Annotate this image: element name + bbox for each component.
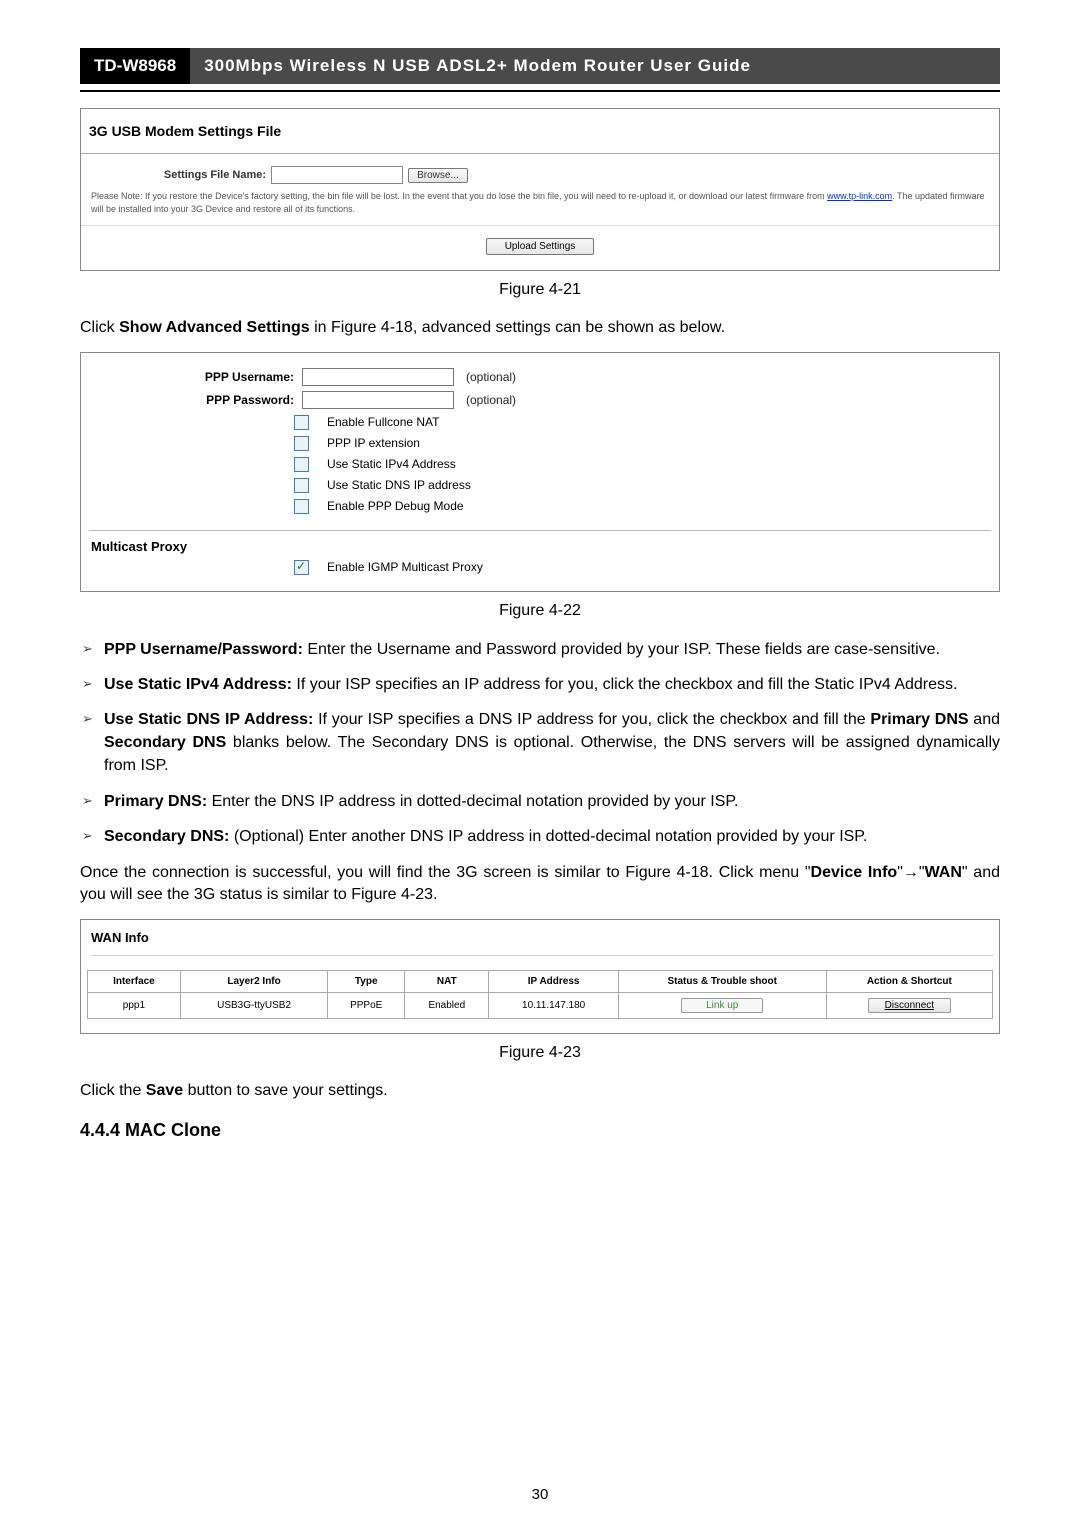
paragraph-connection-success: Once the connection is successful, you w…	[80, 862, 1000, 907]
use-static-dns-checkbox[interactable]	[294, 478, 309, 493]
use-static-ipv4-label: Use Static IPv4 Address	[327, 457, 456, 471]
paragraph-save: Click the Save button to save your setti…	[80, 1080, 1000, 1102]
ppp-password-input[interactable]	[302, 391, 454, 409]
bullet-static-dns: Use Static DNS IP Address: If your ISP s…	[104, 708, 1000, 778]
ppp-username-label: PPP Username:	[89, 370, 302, 384]
table-header-row: Interface Layer2 Info Type NAT IP Addres…	[88, 970, 993, 992]
th-type: Type	[328, 970, 405, 992]
wan-info-panel: WAN Info Interface Layer2 Info Type NAT …	[80, 919, 1000, 1034]
enable-igmp-label: Enable IGMP Multicast Proxy	[327, 560, 483, 574]
upload-row: Upload Settings	[81, 226, 999, 270]
ppp-ip-extension-checkbox[interactable]	[294, 436, 309, 451]
ppp-password-label: PPP Password:	[89, 393, 302, 407]
model-badge: TD-W8968	[80, 48, 190, 84]
settings-file-input[interactable]	[271, 166, 403, 184]
browse-button[interactable]: Browse...	[408, 168, 468, 183]
th-interface: Interface	[88, 970, 181, 992]
wan-info-title: WAN Info	[91, 930, 993, 956]
cell-action: Disconnect	[826, 992, 992, 1018]
enable-ppp-debug-checkbox[interactable]	[294, 499, 309, 514]
th-layer2: Layer2 Info	[180, 970, 328, 992]
divider	[89, 530, 991, 531]
upload-settings-button[interactable]: Upload Settings	[486, 238, 595, 255]
table-row: ppp1 USB3G-ttyUSB2 PPPoE Enabled 10.11.1…	[88, 992, 993, 1018]
settings-file-label: Settings File Name:	[91, 169, 266, 181]
th-ip: IP Address	[489, 970, 618, 992]
cell-type: PPPoE	[328, 992, 405, 1018]
th-nat: NAT	[405, 970, 489, 992]
page-number: 30	[0, 1486, 1080, 1503]
cell-ip: 10.11.147.180	[489, 992, 618, 1018]
use-static-dns-label: Use Static DNS IP address	[327, 478, 471, 492]
advanced-settings-panel: PPP Username: (optional) PPP Password: (…	[80, 352, 1000, 592]
paragraph-show-advanced: Click Show Advanced Settings in Figure 4…	[80, 317, 1000, 339]
enable-fullcone-nat-checkbox[interactable]	[294, 415, 309, 430]
bullet-static-ipv4: Use Static IPv4 Address: If your ISP spe…	[104, 673, 1000, 696]
cell-layer2: USB3G-ttyUSB2	[180, 992, 328, 1018]
usb-settings-panel: 3G USB Modem Settings File Settings File…	[80, 108, 1000, 271]
hint-part1: Please Note: If you restore the Device's…	[91, 191, 827, 201]
hint-text: Please Note: If you restore the Device's…	[91, 190, 989, 215]
ppp-ip-extension-label: PPP IP extension	[327, 436, 420, 450]
doc-header: TD-W8968 300Mbps Wireless N USB ADSL2+ M…	[80, 48, 1000, 84]
enable-ppp-debug-label: Enable PPP Debug Mode	[327, 499, 464, 513]
header-rule	[80, 90, 1000, 92]
cell-status: Link up	[618, 992, 826, 1018]
ppp-password-optional: (optional)	[466, 393, 516, 407]
tplink-link[interactable]: www.tp-link.com	[827, 191, 892, 201]
panel-title: 3G USB Modem Settings File	[81, 109, 999, 154]
bullet-primary-dns: Primary DNS: Enter the DNS IP address in…	[104, 790, 1000, 813]
cell-nat: Enabled	[405, 992, 489, 1018]
ppp-username-optional: (optional)	[466, 370, 516, 384]
figure-4-21-caption: Figure 4-21	[80, 281, 1000, 299]
multicast-proxy-title: Multicast Proxy	[91, 539, 991, 554]
use-static-ipv4-checkbox[interactable]	[294, 457, 309, 472]
figure-4-23-caption: Figure 4-23	[80, 1044, 1000, 1062]
th-action: Action & Shortcut	[826, 970, 992, 992]
bullet-list: PPP Username/Password: Enter the Usernam…	[80, 638, 1000, 848]
bullet-ppp-user-pass: PPP Username/Password: Enter the Usernam…	[104, 638, 1000, 661]
figure-4-22-caption: Figure 4-22	[80, 602, 1000, 620]
cell-interface: ppp1	[88, 992, 181, 1018]
doc-title: 300Mbps Wireless N USB ADSL2+ Modem Rout…	[190, 48, 1000, 84]
ppp-username-input[interactable]	[302, 368, 454, 386]
bullet-secondary-dns: Secondary DNS: (Optional) Enter another …	[104, 825, 1000, 848]
enable-fullcone-nat-label: Enable Fullcone NAT	[327, 415, 440, 429]
link-up-badge: Link up	[681, 998, 763, 1013]
th-status: Status & Trouble shoot	[618, 970, 826, 992]
section-heading-mac-clone: 4.4.4 MAC Clone	[80, 1120, 1000, 1141]
disconnect-button[interactable]: Disconnect	[868, 998, 951, 1013]
panel-body: Settings File Name: Browse... Please Not…	[81, 154, 999, 226]
enable-igmp-checkbox[interactable]	[294, 560, 309, 575]
wan-info-table: Interface Layer2 Info Type NAT IP Addres…	[87, 970, 993, 1019]
